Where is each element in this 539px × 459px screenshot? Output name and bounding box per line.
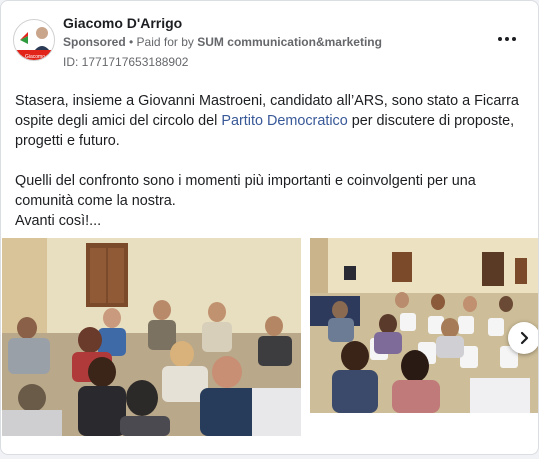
- ad-id: ID: 1771717653188902: [63, 55, 189, 69]
- ad-card: Giacomo Giacomo D'Arrigo Sponsored • Pai…: [0, 0, 539, 455]
- carousel-next-button[interactable]: [508, 322, 538, 354]
- meeting-photo-2: [310, 238, 538, 413]
- more-horizontal-icon: [498, 37, 502, 41]
- more-options-button[interactable]: [493, 29, 521, 49]
- author-name[interactable]: Giacomo D'Arrigo: [63, 15, 182, 31]
- payer-name: SUM communication&marketing: [197, 35, 382, 49]
- page-avatar[interactable]: Giacomo: [13, 19, 55, 61]
- partito-democratico-link[interactable]: Partito Democratico: [221, 113, 347, 129]
- paid-for-prefix: • Paid for by: [129, 35, 194, 49]
- post-body: Stasera, insieme a Giovanni Mastroeni, c…: [15, 91, 527, 231]
- avatar-logo-text: Giacomo: [25, 54, 45, 60]
- meeting-photo-1: [2, 238, 301, 436]
- paragraph-2-line-1: Quelli del confronto sono i momenti più …: [15, 173, 476, 209]
- post-photo-2[interactable]: [310, 238, 538, 413]
- post-paragraph-1: Stasera, insieme a Giovanni Mastroeni, c…: [15, 91, 527, 151]
- sponsored-label: Sponsored: [63, 35, 126, 49]
- more-dot: [505, 37, 509, 41]
- paragraph-2-line-2: Avanti così!...: [15, 213, 102, 229]
- more-dot: [512, 37, 516, 41]
- chevron-right-icon: [520, 331, 529, 345]
- pd-logo-avatar-image: Giacomo: [14, 20, 54, 60]
- post-photo-1[interactable]: [2, 238, 301, 436]
- sponsored-line: Sponsored • Paid for by SUM communicatio…: [63, 35, 382, 49]
- post-paragraph-2: Quelli del confronto sono i momenti più …: [15, 171, 527, 231]
